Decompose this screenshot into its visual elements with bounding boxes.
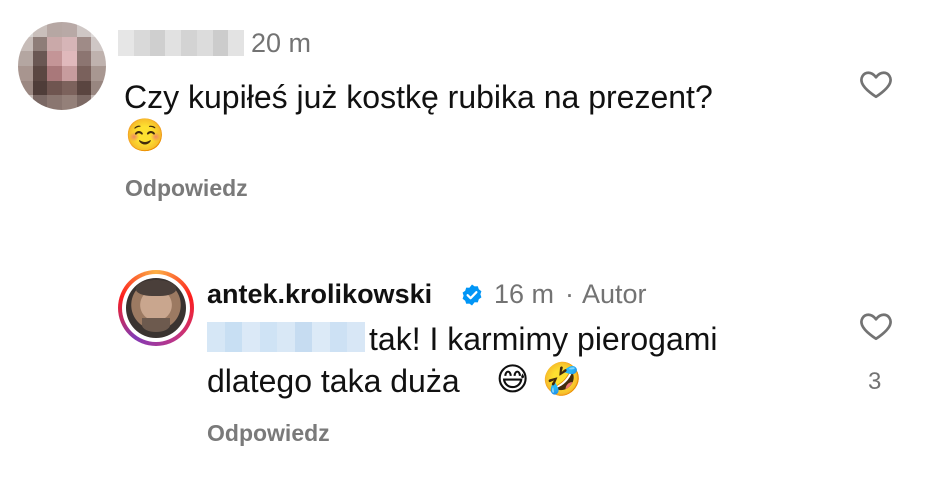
comment-text: Czy kupiłeś już kostkę rubika na prezent… [124, 79, 713, 115]
username-blurred[interactable] [118, 30, 244, 56]
heart-outline-icon[interactable] [858, 308, 894, 344]
author-username[interactable]: antek.krolikowski [207, 279, 432, 310]
like-count[interactable]: 3 [868, 368, 881, 396]
grinning-sweat-emoji: 😅 [496, 360, 530, 398]
reply-text-line1: tak! I karmimy pierogami [369, 321, 718, 357]
reply-timestamp[interactable]: 16 m [494, 279, 554, 310]
avatar-blurred[interactable] [18, 22, 106, 110]
smiling-face-emoji: ☺️ [125, 116, 165, 154]
reply-button[interactable]: Odpowiedz [207, 420, 330, 447]
verified-badge-icon [462, 284, 482, 306]
mention-blurred[interactable] [207, 322, 365, 352]
rolling-laughing-emoji: 🤣 [542, 360, 582, 398]
heart-outline-icon[interactable] [858, 66, 894, 102]
comment-timestamp[interactable]: 20 m [251, 28, 311, 59]
author-tag: Autor [582, 279, 647, 309]
reply-text-line2: dlatego taka duża [207, 363, 460, 399]
reply-button[interactable]: Odpowiedz [125, 175, 248, 202]
author-avatar[interactable] [118, 270, 194, 346]
meta-separator: · [565, 279, 574, 309]
